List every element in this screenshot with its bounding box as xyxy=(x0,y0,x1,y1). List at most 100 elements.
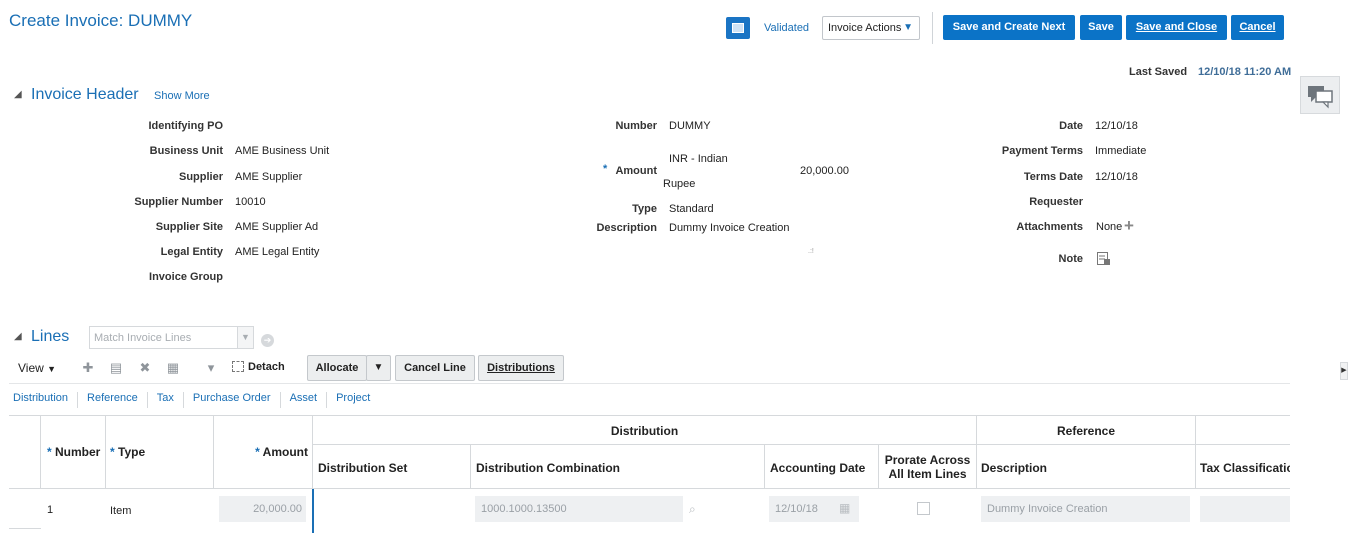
save-and-close-button[interactable]: Save and Close xyxy=(1126,15,1227,40)
show-more-link[interactable]: Show More xyxy=(154,90,210,102)
go-arrow-icon[interactable]: ➔ xyxy=(261,334,274,347)
lines-table: * Number * Type * Amount Distribution Re… xyxy=(9,415,1290,533)
group-header-distribution: Distribution xyxy=(313,416,977,445)
calendar-icon[interactable]: ▦ xyxy=(839,501,850,515)
match-invoice-lines-dropdown[interactable]: Match Invoice Lines ▼ xyxy=(89,326,254,349)
validation-status-link[interactable]: Validated xyxy=(764,22,809,34)
tab-purchase-order[interactable]: Purchase Order xyxy=(182,392,280,408)
supplier-label: Supplier xyxy=(178,171,223,183)
date-value[interactable]: 12/10/18 xyxy=(1095,120,1138,132)
column-header-prorate[interactable]: Prorate Across All Item Lines xyxy=(879,445,977,489)
row-selector-header xyxy=(9,416,41,489)
cell-number: 1 xyxy=(47,504,54,516)
attachments-value[interactable]: None xyxy=(1096,221,1122,233)
match-invoice-lines-placeholder: Match Invoice Lines xyxy=(94,332,192,344)
allocate-dropdown-chevron-icon[interactable]: ▼ xyxy=(366,355,391,381)
toolbar-divider xyxy=(932,12,933,44)
column-header-distribution-set[interactable]: Distribution Set xyxy=(313,445,471,489)
column-header-description[interactable]: Description xyxy=(977,445,1196,489)
cancel-button[interactable]: Cancel xyxy=(1231,15,1284,40)
save-and-create-next-button[interactable]: Save and Create Next xyxy=(943,15,1075,40)
attachments-label: Attachments xyxy=(1016,221,1083,233)
number-value[interactable]: DUMMY xyxy=(669,120,711,132)
currency-line-2[interactable]: Rupee xyxy=(663,178,695,190)
cell-tax-classification[interactable] xyxy=(1200,496,1290,522)
type-label: Type xyxy=(632,203,657,215)
chat-button[interactable] xyxy=(1300,76,1340,114)
number-label: Number xyxy=(615,120,657,132)
date-label: Date xyxy=(1059,120,1083,132)
row-selector[interactable] xyxy=(9,489,41,529)
column-header-label: Amount xyxy=(262,445,308,459)
view-image-button[interactable] xyxy=(726,17,750,39)
last-saved-label: Last Saved xyxy=(1129,66,1188,78)
detach-button[interactable]: Detach xyxy=(232,361,285,373)
expand-panel-icon[interactable]: ▶ xyxy=(1340,362,1348,380)
last-saved-value: 12/10/18 11:20 AM xyxy=(1198,66,1292,78)
prorate-checkbox[interactable] xyxy=(917,502,930,515)
line-detail-tabs: Distribution Reference Tax Purchase Orde… xyxy=(9,392,379,408)
tab-distribution[interactable]: Distribution xyxy=(9,392,77,408)
tab-project[interactable]: Project xyxy=(326,392,379,408)
column-header-label: Number xyxy=(55,445,101,459)
legal-entity-value[interactable]: AME Legal Entity xyxy=(235,246,319,258)
grid-icon[interactable]: ▦ xyxy=(165,360,181,376)
supplier-value[interactable]: AME Supplier xyxy=(235,171,302,183)
allocate-button[interactable]: Allocate xyxy=(307,355,367,381)
terms-date-value[interactable]: 12/10/18 xyxy=(1095,171,1138,183)
tab-asset[interactable]: Asset xyxy=(279,392,327,408)
active-column-indicator xyxy=(312,489,314,533)
payment-terms-label: Payment Terms xyxy=(1001,145,1083,157)
cell-description[interactable]: Dummy Invoice Creation xyxy=(981,496,1190,522)
invoice-actions-label: Invoice Actions xyxy=(828,22,902,34)
tab-reference[interactable]: Reference xyxy=(77,392,147,408)
amount-value[interactable]: 20,000.00 xyxy=(800,165,849,177)
column-header-tax-classification[interactable]: Tax Classificatio xyxy=(1196,445,1290,489)
requester-label: Requester xyxy=(1029,196,1083,208)
supplier-number-value[interactable]: 10010 xyxy=(235,196,266,208)
identifying-po-label: Identifying PO xyxy=(148,120,223,132)
delete-icon[interactable]: ✖ xyxy=(137,360,153,376)
column-header-distribution-combination[interactable]: Distribution Combination xyxy=(471,445,765,489)
document-icon xyxy=(732,23,744,33)
column-header-amount[interactable]: * Amount xyxy=(214,416,313,489)
supplier-number-label: Supplier Number xyxy=(134,196,223,208)
column-header-accounting-date[interactable]: Accounting Date xyxy=(765,445,879,489)
collapse-triangle-icon[interactable]: ◢ xyxy=(14,331,22,342)
cell-distribution-combination[interactable]: 1000.1000.13500 xyxy=(475,496,683,522)
cell-type[interactable]: Item xyxy=(110,505,131,517)
column-header-type[interactable]: * Type xyxy=(106,416,214,489)
payment-terms-value[interactable]: Immediate xyxy=(1095,145,1146,157)
detach-label: Detach xyxy=(248,361,285,373)
collapse-triangle-icon[interactable]: ◢ xyxy=(14,89,22,100)
note-edit-icon[interactable] xyxy=(1097,252,1110,265)
supplier-site-value[interactable]: AME Supplier Ad xyxy=(235,221,318,233)
amount-label: Amount xyxy=(615,165,657,177)
invoice-header-title: Invoice Header xyxy=(31,86,139,103)
search-icon[interactable]: ⌕ xyxy=(689,502,696,517)
tab-tax[interactable]: Tax xyxy=(146,392,183,408)
description-label: Description xyxy=(596,222,657,234)
save-button[interactable]: Save xyxy=(1080,15,1122,40)
resize-grip-icon[interactable]: .:! xyxy=(808,248,814,255)
filter-icon[interactable]: ▾ xyxy=(203,360,219,376)
currency-line-1[interactable]: INR - Indian xyxy=(669,153,728,165)
cell-amount[interactable]: 20,000.00 xyxy=(219,496,306,522)
distributions-button[interactable]: Distributions xyxy=(478,355,564,381)
view-label: View xyxy=(18,361,44,375)
supplier-site-label: Supplier Site xyxy=(155,221,223,233)
add-row-icon[interactable]: ✚ xyxy=(80,360,96,376)
cancel-line-button[interactable]: Cancel Line xyxy=(395,355,475,381)
business-unit-label: Business Unit xyxy=(149,145,223,157)
chevron-down-icon: ▼ xyxy=(903,22,913,33)
required-asterisk: * xyxy=(255,445,263,459)
duplicate-icon[interactable]: ▤ xyxy=(108,360,124,376)
type-value[interactable]: Standard xyxy=(669,203,714,215)
column-header-number[interactable]: * Number xyxy=(41,416,106,489)
note-label: Note xyxy=(1058,253,1083,265)
description-value[interactable]: Dummy Invoice Creation xyxy=(669,222,789,234)
business-unit-value[interactable]: AME Business Unit xyxy=(235,145,329,157)
view-menu[interactable]: View ▼ xyxy=(18,361,56,375)
invoice-actions-dropdown[interactable]: Invoice Actions ▼ xyxy=(822,16,920,40)
add-attachment-icon[interactable]: + xyxy=(1124,216,1134,236)
